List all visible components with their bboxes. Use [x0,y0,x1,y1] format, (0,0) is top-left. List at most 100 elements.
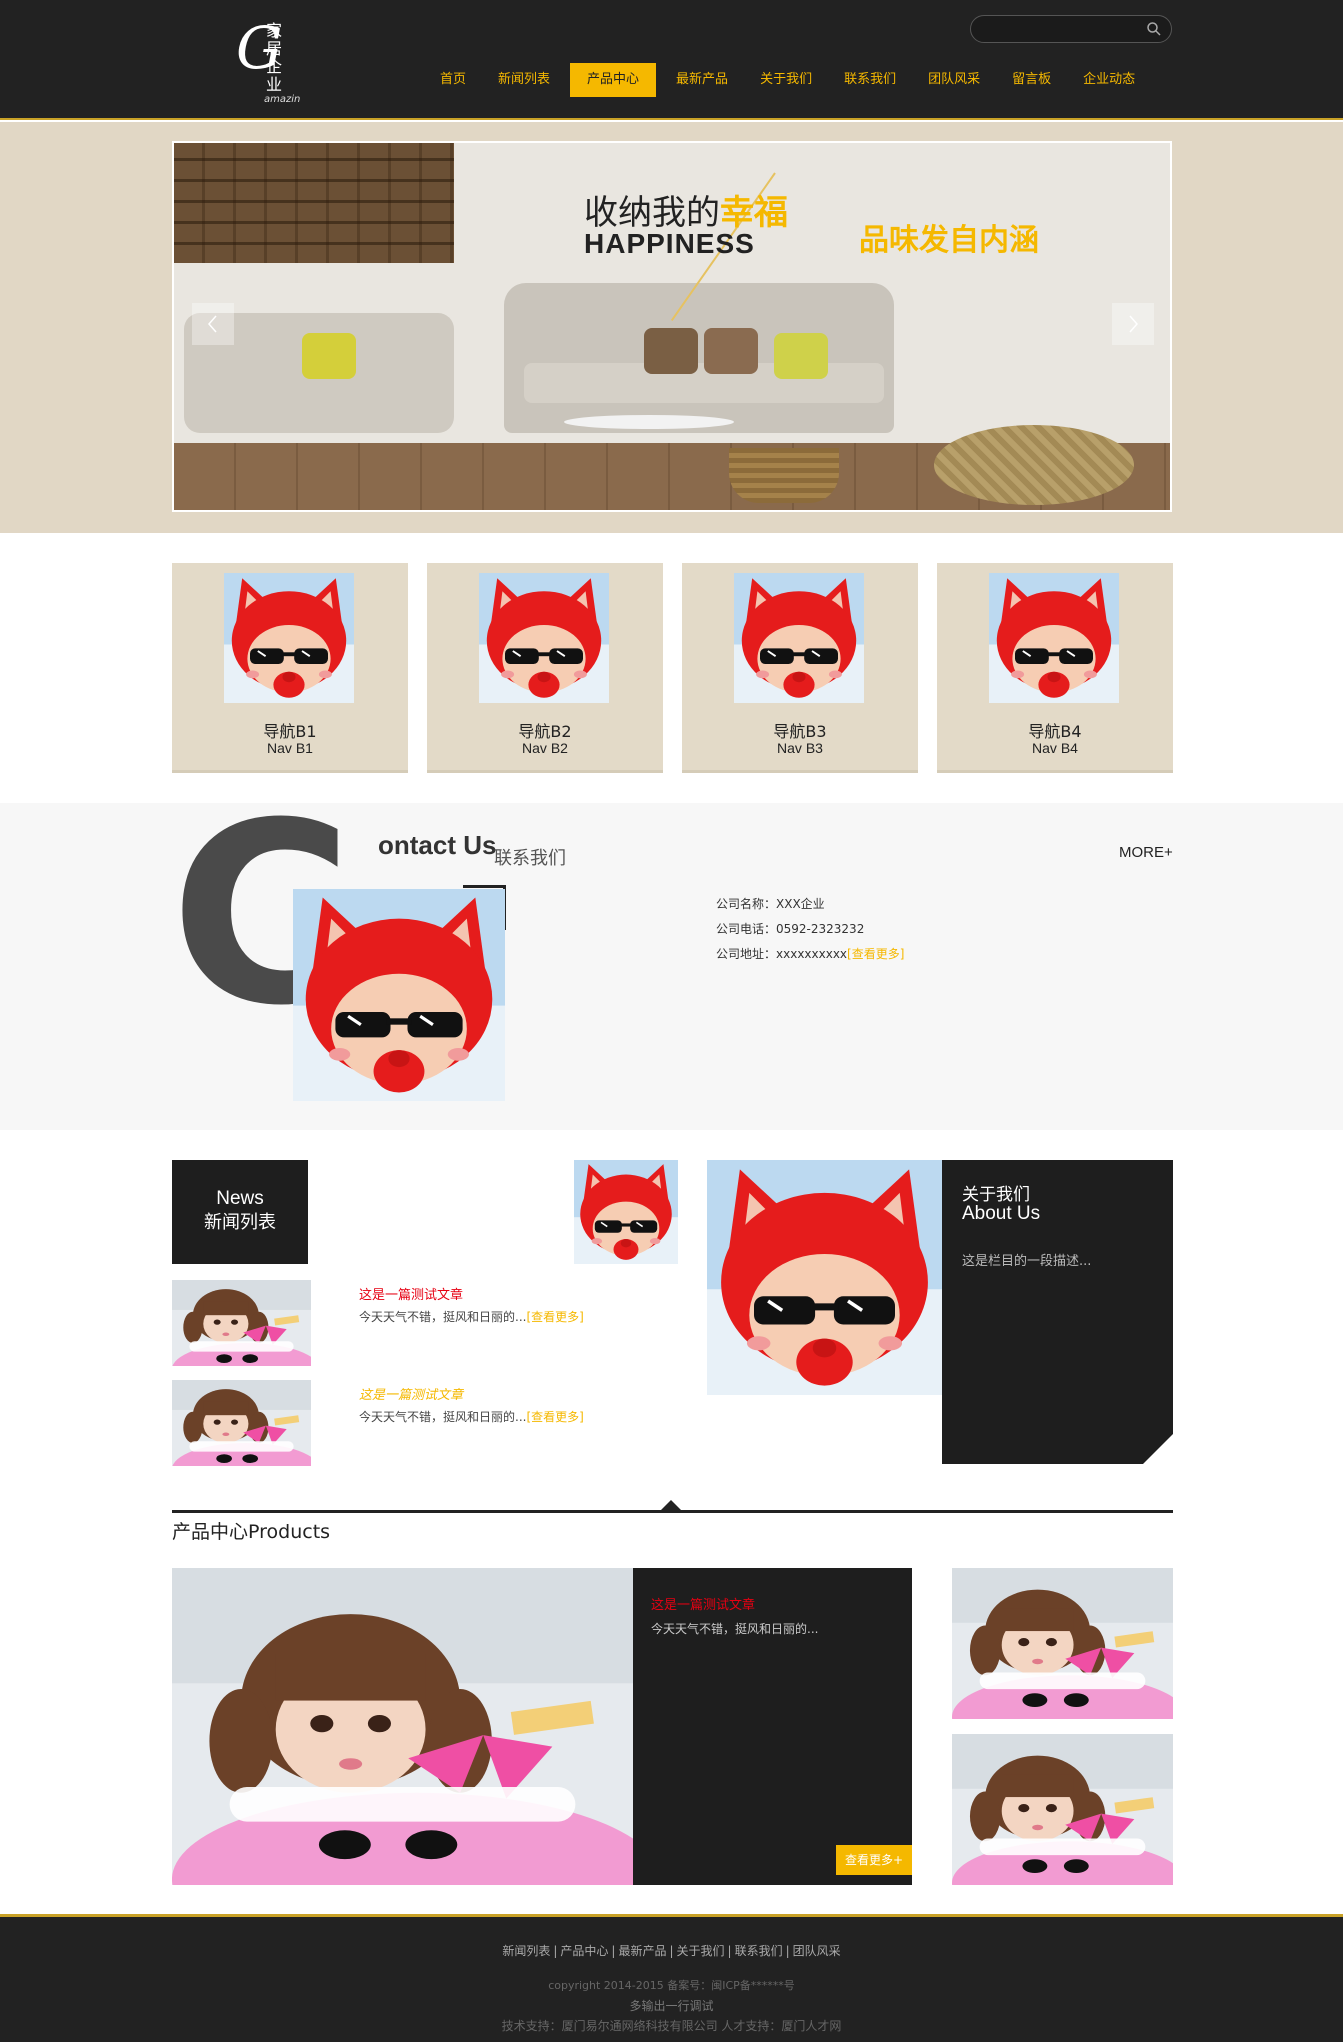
footer-link[interactable]: 团队风采 [793,1942,841,1959]
news-description: 今天天气不错，挺风和日丽的...[查看更多] [359,1310,584,1324]
nav-box-image [989,573,1119,703]
banner-slider[interactable]: 收纳我的幸福 HAPPINESS 品味发自内涵 [172,141,1172,512]
banner-prev-arrow[interactable] [192,303,234,345]
chevron-right-icon [1129,315,1138,333]
banner-subheadline: HAPPINESS [584,228,755,259]
nav-item[interactable]: 企业动态 [1071,63,1147,97]
news-more-link[interactable]: [查看更多] [526,1310,583,1324]
banner-table [564,415,734,429]
nav-item[interactable]: 最新产品 [664,63,740,97]
portrait-photo-icon [172,1280,311,1366]
footer-link[interactable]: 新闻列表 [502,1942,550,1959]
footer-copyright: copyright 2014-2015 备案号：闽ICP备******号 [548,1979,795,1992]
nav-item[interactable]: 关于我们 [748,63,824,97]
nav-item[interactable]: 联系我们 [832,63,908,97]
company-name-row: 公司名称：XXX企业 [716,897,825,911]
site-logo[interactable]: G 家居企业 amazin [236,14,301,110]
address-more-link[interactable]: [查看更多] [847,947,904,961]
news-description: 今天天气不错，挺风和日丽的...[查看更多] [359,1410,584,1424]
footer-link[interactable]: 最新产品 [618,1942,666,1959]
contact-more-link[interactable]: MORE+ [1119,844,1173,861]
news-title[interactable]: 这是一篇测试文章 [359,1284,463,1303]
about-description: 这是栏目的一段描述... [962,1254,1092,1269]
footer-separator: | [669,1944,674,1958]
portrait-photo-icon [172,1568,633,1885]
portrait-photo-icon [952,1734,1173,1885]
footer-separator: | [553,1944,558,1958]
about-title-cn: 关于我们 [962,1185,1030,1205]
contact-title-cn: 联系我们 [494,848,566,869]
nav-box-4[interactable]: 导航B4 Nav B4 [937,563,1173,773]
product-feature-desc: 今天天气不错，挺风和日丽的... [651,1622,819,1636]
search-icon[interactable] [1146,21,1162,37]
logo-subtext: amazin [264,94,301,105]
contact-info: 公司名称：XXX企业 公司电话：0592-2323232 公司地址：xxxxxx… [716,892,904,967]
view-more-button[interactable]: 查看更多+ [836,1845,912,1875]
about-image [707,1160,942,1395]
nav-box-title-cn: 导航B4 [1028,722,1082,741]
company-phone-row: 公司电话：0592-2323232 [716,922,865,936]
banner-pouf [934,425,1134,505]
fox-avatar-icon [224,573,354,703]
nav-box-title-en: Nav B1 [267,740,313,756]
logo-text: 家居企业 [266,21,283,94]
nav-box-title-en: Nav B4 [1032,740,1078,756]
company-address-row: 公司地址：xxxxxxxxxx[查看更多] [716,947,905,961]
main-nav: 首页 新闻列表 产品中心 最新产品 关于我们 联系我们 团队风采 留言板 企业动态 [428,63,1155,97]
banner-next-arrow[interactable] [1112,303,1154,345]
product-side-image[interactable] [952,1568,1173,1719]
news-thumbnail[interactable] [172,1280,311,1366]
nav-item[interactable]: 团队风采 [916,63,992,97]
banner-headline: 收纳我的幸福 [584,193,788,233]
nav-box-2[interactable]: 导航B2 Nav B2 [427,563,663,773]
nav-box-title-cn: 导航B3 [773,722,827,741]
footer-link[interactable]: 关于我们 [677,1942,725,1959]
fox-avatar-icon [707,1160,942,1395]
nav-item[interactable]: 新闻列表 [486,63,562,97]
product-side-image[interactable] [952,1734,1173,1885]
portrait-photo-icon [952,1568,1173,1719]
product-main-image[interactable] [172,1568,633,1885]
nav-box-image [224,573,354,703]
nav-box-image [734,573,864,703]
products-title: 产品中心Products [172,1521,331,1543]
nav-box-title-cn: 导航B2 [518,722,572,741]
nav-box-3[interactable]: 导航B3 Nav B3 [682,563,918,773]
corner-cut-decoration [1143,1434,1173,1464]
nav-item[interactable]: 首页 [428,63,478,97]
banner-sofa [504,283,894,433]
news-thumbnail[interactable] [172,1380,311,1466]
about-title-en: About Us [962,1203,1041,1224]
footer-debug-line: 多输出一行调试 [629,1999,714,2013]
banner-basket [729,448,839,503]
nav-box-1[interactable]: 导航B1 Nav B1 [172,563,408,773]
footer-separator: | [727,1944,732,1958]
banner-slogan: 品味发自内涵 [859,223,1039,258]
news-title[interactable]: 这是一篇测试文章 [359,1384,463,1403]
footer-link[interactable]: 产品中心 [560,1942,608,1959]
section-divider [172,1510,1173,1513]
fox-avatar-icon [989,573,1119,703]
site-footer: 新闻列表 | 产品中心 | 最新产品 | 关于我们 | 联系我们 | 团队风采 … [0,1914,1343,2042]
about-box[interactable]: 关于我们 About Us 这是栏目的一段描述... [942,1160,1173,1464]
news-heading[interactable]: News 新闻列表 [172,1160,308,1264]
nav-box-title-en: Nav B2 [522,740,568,756]
chevron-left-icon [208,315,217,333]
product-feature-title[interactable]: 这是一篇测试文章 [651,1594,755,1613]
news-thumbnail [574,1160,678,1264]
fox-avatar-icon [293,889,505,1101]
news-list-item[interactable]: 这是一篇测试文章今天天气不错，挺风和日丽的...[查看更多] [172,1380,692,1466]
footer-link[interactable]: 联系我们 [735,1942,783,1959]
news-list-item[interactable]: 这是一篇测试文章今天天气不错，挺风和日丽的...[查看更多] [172,1280,692,1366]
nav-box-title-cn: 导航B1 [263,722,317,741]
nav-item[interactable]: 产品中心 [570,63,657,97]
portrait-photo-icon [172,1380,311,1466]
product-feature-box: 这是一篇测试文章 今天天气不错，挺风和日丽的... 查看更多+ [633,1568,912,1885]
footer-separator: | [611,1944,616,1958]
nav-item[interactable]: 留言板 [1000,63,1063,97]
news-more-link[interactable]: [查看更多] [526,1410,583,1424]
fox-avatar-icon [574,1160,678,1264]
footer-support: 技术支持：厦门易尔通网络科技有限公司 人才支持：厦门人才网 [501,2019,842,2033]
fox-avatar-icon [734,573,864,703]
search-box[interactable] [970,15,1172,43]
